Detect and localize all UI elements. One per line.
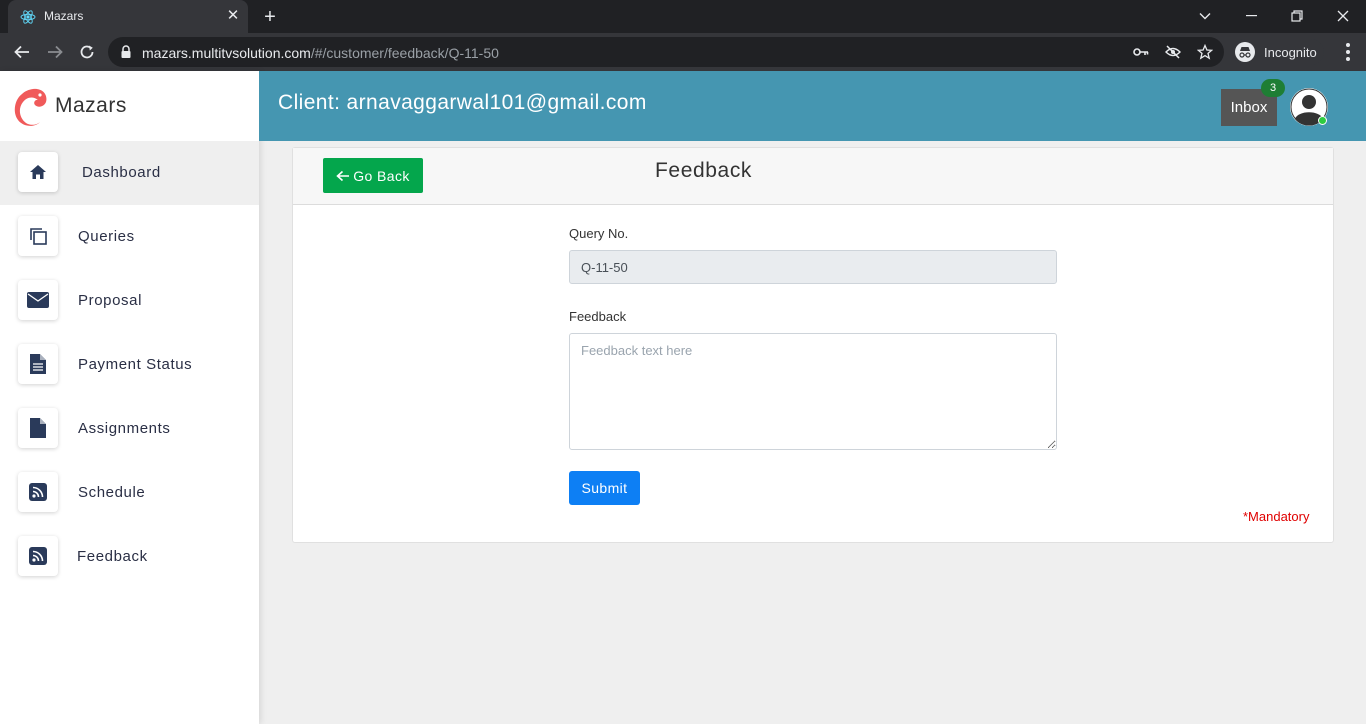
close-window-icon[interactable] — [1331, 4, 1355, 28]
rss-icon — [18, 472, 58, 512]
submit-button[interactable]: Submit — [569, 471, 640, 505]
tab-title: Mazars — [44, 9, 84, 23]
home-icon — [18, 152, 58, 192]
url-host: mazars.multitvsolution.com — [142, 45, 311, 61]
browser-menu-icon[interactable] — [1338, 41, 1358, 63]
brand[interactable]: Mazars — [0, 71, 259, 141]
key-icon[interactable] — [1132, 43, 1150, 61]
mandatory-note: *Mandatory — [1243, 509, 1310, 524]
sidebar-item-queries[interactable]: Queries — [0, 205, 259, 269]
browser-tab-bar: Mazars ✕ + — [0, 0, 1366, 33]
new-tab-icon[interactable]: + — [259, 6, 281, 28]
sidebar-item-dashboard[interactable]: Dashboard — [0, 141, 259, 205]
reload-icon[interactable] — [75, 40, 99, 64]
arrow-left-icon — [336, 170, 350, 181]
feedback-card: Go Back Feedback Query No. Feedback Subm… — [292, 147, 1334, 543]
incognito-icon — [1235, 42, 1255, 62]
incognito-label: Incognito — [1264, 45, 1317, 60]
sidebar-item-schedule[interactable]: Schedule — [0, 461, 259, 525]
restore-icon[interactable] — [1285, 4, 1309, 28]
query-no-label: Query No. — [569, 226, 629, 241]
close-tab-icon[interactable]: ✕ — [224, 7, 242, 25]
feedback-textarea[interactable] — [569, 333, 1057, 450]
sidebar-item-label: Schedule — [78, 484, 146, 501]
rss-icon — [18, 536, 58, 576]
react-icon — [20, 10, 36, 24]
incognito-badge[interactable]: Incognito — [1232, 39, 1324, 65]
browser-tab[interactable]: Mazars ✕ — [8, 0, 248, 33]
card-header: Go Back Feedback — [293, 148, 1333, 205]
lock-icon — [121, 45, 131, 58]
document-icon — [18, 344, 58, 384]
online-status-dot — [1318, 116, 1327, 125]
back-arrow-icon[interactable] — [10, 40, 34, 64]
brand-name: Mazars — [55, 94, 127, 117]
go-back-button[interactable]: Go Back — [323, 158, 423, 193]
envelope-icon — [18, 280, 58, 320]
top-header: Client: arnavaggarwal101@gmail.com Inbox… — [259, 71, 1366, 141]
copy-icon — [18, 216, 58, 256]
feedback-label: Feedback — [569, 309, 627, 324]
forward-arrow-icon[interactable] — [43, 40, 67, 64]
card-title: Feedback — [655, 159, 753, 182]
query-no-field[interactable] — [569, 250, 1057, 284]
chameleon-logo-icon — [14, 88, 47, 126]
sidebar-item-label: Queries — [78, 228, 135, 245]
browser-toolbar: mazars.multitvsolution.com/#/customer/fe… — [0, 33, 1366, 71]
eye-off-icon[interactable] — [1164, 43, 1182, 61]
sidebar-item-label: Dashboard — [82, 164, 161, 181]
go-back-label: Go Back — [353, 167, 410, 184]
url-path: /#/customer/feedback/Q-11-50 — [310, 45, 499, 61]
sidebar-item-payment-status[interactable]: Payment Status — [0, 333, 259, 397]
page-title: Client: arnavaggarwal101@gmail.com — [278, 91, 647, 114]
tab-search-chevron-icon[interactable] — [1193, 4, 1217, 28]
url-text: mazars.multitvsolution.com/#/customer/fe… — [142, 45, 499, 61]
minimize-icon[interactable] — [1240, 4, 1264, 28]
sidebar: Mazars Dashboard Queries Proposal Paymen… — [0, 71, 259, 724]
sidebar-item-label: Feedback — [77, 548, 148, 565]
sidebar-item-feedback[interactable]: Feedback — [0, 525, 259, 589]
star-icon[interactable] — [1196, 43, 1214, 61]
file-icon — [18, 408, 58, 448]
sidebar-item-label: Assignments — [78, 420, 171, 437]
sidebar-item-assignments[interactable]: Assignments — [0, 397, 259, 461]
sidebar-item-proposal[interactable]: Proposal — [0, 269, 259, 333]
sidebar-item-label: Proposal — [78, 292, 143, 309]
address-bar[interactable]: mazars.multitvsolution.com/#/customer/fe… — [108, 37, 1224, 67]
inbox-count-badge: 3 — [1261, 79, 1285, 97]
sidebar-item-label: Payment Status — [78, 356, 193, 373]
